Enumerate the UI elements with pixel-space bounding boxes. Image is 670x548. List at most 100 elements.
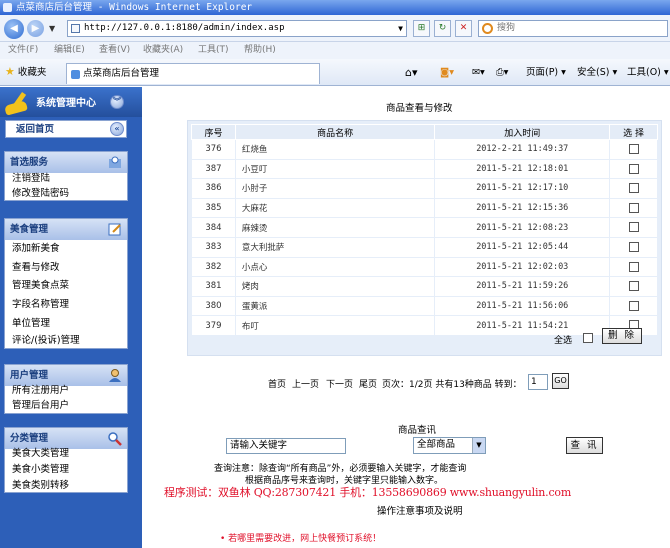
home-icon[interactable]: ⌂▾	[405, 66, 418, 80]
edit-note-icon	[108, 223, 121, 236]
url-dropdown-icon[interactable]: ▼	[398, 21, 403, 36]
sidebar-item-add-food[interactable]: 添加新美食	[12, 243, 60, 255]
go-button[interactable]: GO	[552, 373, 569, 389]
section-user-management: 用户管理 所有注册用户 管理后台用户	[4, 364, 128, 414]
pager-info: 页次：1/2页 共有13种商品 转到：	[382, 380, 522, 390]
tools-menu[interactable]: 工具(O) ▾	[627, 66, 669, 80]
pager-next[interactable]: 下一页	[326, 377, 353, 390]
sidebar-item-change-password[interactable]: 修改登陆密码	[12, 188, 69, 200]
cell-id: 379	[191, 315, 236, 336]
row-checkbox[interactable]	[628, 163, 639, 174]
page-title: 商品查看与修改	[386, 103, 453, 114]
row-checkbox[interactable]	[628, 202, 639, 213]
cell-id: 387	[191, 158, 236, 180]
sidebar-item-minor-categories[interactable]: 美食小类管理	[12, 464, 69, 476]
page-menu[interactable]: 页面(P) ▾	[526, 66, 566, 80]
pager-last[interactable]: 尾页	[359, 377, 377, 390]
keyword-input[interactable]: 请输入关键字	[226, 438, 346, 454]
cell-id: 383	[191, 236, 236, 258]
stop-icon[interactable]: ✕	[455, 20, 472, 37]
safety-menu[interactable]: 安全(S) ▾	[577, 66, 617, 80]
table-row: 380 蛋黄派 2011-5-21 11:56:06	[191, 295, 658, 317]
cell-time: 2011-5-21 12:02:03	[434, 256, 611, 278]
sidebar-item-category-transfer[interactable]: 美食类别转移	[12, 480, 69, 492]
section-food-management: 美食管理 添加新美食 查看与修改 管理美食点菜 字段名称管理 单位管理 评论/(…	[4, 218, 128, 349]
back-home-link[interactable]: 返回首页 «	[5, 120, 127, 138]
cell-select	[609, 197, 658, 219]
sidebar: 系统管理中心 ︾ 返回首页 « 首选服务 注销登陆 修改登陆密码 美食管理 添加…	[0, 87, 142, 548]
page-number-input[interactable]: 1	[528, 374, 548, 390]
cell-name: 红烧鱼	[234, 139, 436, 160]
cell-time: 2011-5-21 12:05:44	[434, 236, 611, 258]
favorites-button[interactable]: ★ 收藏夹	[5, 65, 46, 80]
sidebar-item-all-users[interactable]: 所有注册用户	[12, 385, 69, 397]
row-checkbox[interactable]	[628, 144, 639, 155]
select-all-checkbox[interactable]	[583, 333, 593, 343]
sidebar-item-manage-orders[interactable]: 管理美食点菜	[12, 280, 69, 292]
menu-view[interactable]: 查看(V)	[99, 42, 130, 59]
cell-id: 386	[191, 178, 236, 199]
cell-select	[609, 236, 658, 258]
table-row: 384 麻辣烫 2011-5-21 12:08:23	[191, 217, 658, 238]
table-row: 387 小豆叮 2011-5-21 12:18:01	[191, 158, 658, 180]
ie-icon	[3, 3, 12, 12]
window-title: 点菜商店后台管理 - Windows Internet Explorer	[16, 2, 253, 13]
search-section-title: 商品查讯	[398, 425, 437, 436]
forward-arrow-icon[interactable]: ▶	[27, 20, 44, 37]
sidebar-item-comments[interactable]: 评论/(投诉)管理	[12, 335, 80, 347]
history-dropdown-icon[interactable]: ▼	[49, 24, 55, 33]
row-checkbox[interactable]	[628, 261, 639, 272]
search-submit-button[interactable]: 查 讯	[566, 437, 603, 454]
table-row: 383 意大利批萨 2011-5-21 12:05:44	[191, 236, 658, 258]
sidebar-item-admin-users[interactable]: 管理后台用户	[12, 400, 69, 412]
menu-help[interactable]: 帮助(H)	[244, 42, 276, 59]
star-icon: ★	[5, 65, 15, 78]
browser-tab[interactable]: 点菜商店后台管理	[66, 63, 320, 84]
row-checkbox[interactable]	[628, 183, 639, 194]
url-field[interactable]: http://127.0.0.1:8180/admin/index.asp ▼	[67, 20, 407, 37]
print-icon[interactable]: ⎙▾	[496, 66, 508, 80]
sidebar-item-field-names[interactable]: 字段名称管理	[12, 299, 69, 311]
sidebar-item-major-categories[interactable]: 美食大类管理	[12, 448, 69, 460]
sidebar-item-logout[interactable]: 注销登陆	[12, 173, 50, 185]
cell-time: 2011-5-21 12:15:36	[434, 197, 611, 219]
menu-file[interactable]: 文件(F)	[8, 42, 38, 59]
services-icon	[109, 156, 121, 168]
double-chevron-left-icon[interactable]: «	[110, 122, 124, 136]
chevron-down-icon[interactable]: ▼	[472, 438, 485, 453]
search-input[interactable]: 搜狗	[478, 20, 668, 37]
row-checkbox[interactable]	[628, 281, 639, 292]
pager-prev[interactable]: 上一页	[292, 377, 319, 390]
cell-id: 380	[191, 295, 236, 317]
menu-favorites[interactable]: 收藏夹(A)	[143, 42, 183, 59]
row-checkbox[interactable]	[628, 222, 639, 233]
row-checkbox[interactable]	[628, 242, 639, 253]
main-content: 商品查看与修改 序号 商品名称 加入时间 选 择 376 红烧鱼 2012-2-21…	[142, 87, 670, 548]
feeds-icon[interactable]: ◙▾	[440, 66, 454, 80]
cell-name: 烤肉	[234, 276, 436, 297]
sidebar-header: 系统管理中心 ︾	[0, 87, 142, 117]
pager-first[interactable]: 首页	[268, 377, 286, 390]
sidebar-item-units[interactable]: 单位管理	[12, 318, 50, 330]
cell-select	[609, 256, 658, 278]
test-contact-banner: 程序测试：双鱼林 QQ:287307421 手机：13558690869 www…	[164, 486, 572, 499]
section-preferred-services: 首选服务 注销登陆 修改登陆密码	[4, 151, 128, 201]
mail-icon[interactable]: ✉▾	[472, 66, 485, 80]
back-arrow-icon[interactable]: ◀	[4, 19, 24, 39]
page-icon	[71, 24, 80, 33]
category-select[interactable]: 全部商品 ▼	[413, 437, 486, 454]
sidebar-item-view-edit[interactable]: 查看与修改	[12, 262, 60, 274]
cell-id: 385	[191, 197, 236, 219]
cell-id: 384	[191, 217, 236, 238]
table-row: 381 烤肉 2011-5-21 11:59:26	[191, 276, 658, 297]
collapse-sidebar-icon[interactable]: ︾	[110, 95, 124, 109]
menu-tools[interactable]: 工具(T)	[198, 42, 229, 59]
menu-edit[interactable]: 编辑(E)	[54, 42, 85, 59]
menu-bar: 文件(F) 编辑(E) 查看(V) 收藏夹(A) 工具(T) 帮助(H)	[0, 42, 670, 59]
row-checkbox[interactable]	[628, 300, 639, 311]
delete-button[interactable]: 删 除	[602, 328, 642, 344]
cell-name: 蛋黄派	[234, 295, 436, 317]
compat-view-icon[interactable]: ⊞	[413, 20, 430, 37]
sidebar-title: 系统管理中心	[36, 98, 96, 109]
refresh-icon[interactable]: ↻	[434, 20, 451, 37]
